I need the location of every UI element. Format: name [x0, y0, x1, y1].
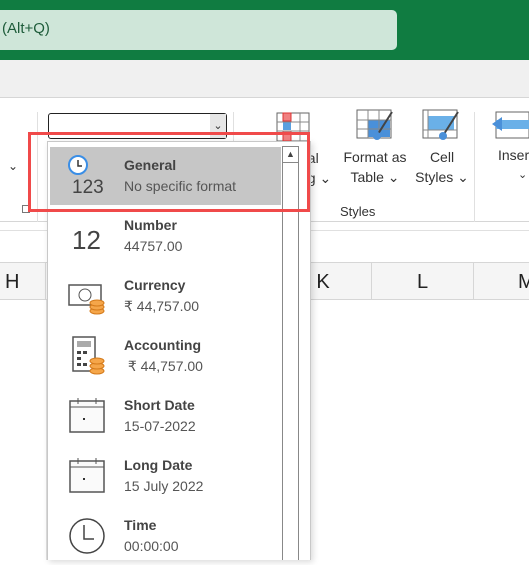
search-box[interactable]: (Alt+Q) [0, 10, 397, 50]
accounting-calculator-icon [72, 336, 105, 375]
clock-icon [69, 518, 105, 554]
format-as-table-button[interactable]: Format as Table ⌄ [340, 108, 410, 187]
highlight-annotation-box [28, 132, 310, 212]
cell-styles-icon [422, 109, 459, 140]
format-as-table-icon [356, 109, 393, 140]
insert-cells-icon [492, 111, 529, 139]
cell-styles-button[interactable]: Cell Styles ⌄ [412, 108, 472, 187]
svg-text:12: 12 [72, 225, 101, 255]
format-option-short-date[interactable]: Short Date 15-07-2022 [50, 387, 281, 445]
format-as-table-label: Format as [343, 149, 407, 165]
cell-styles-label: Cell [429, 149, 455, 165]
column-header-l[interactable]: L [372, 263, 474, 299]
chevron-down-icon[interactable]: ⌄ [8, 156, 18, 176]
search-placeholder: (Alt+Q) [2, 20, 50, 37]
format-option-time[interactable]: Time 00:00:00 [50, 507, 281, 565]
ribbon-tabs-area [0, 60, 529, 98]
format-option-currency[interactable]: Currency ₹ 44,757.00 [50, 267, 281, 325]
calendar-icon [69, 458, 105, 493]
currency-icon [68, 284, 105, 315]
insert-button[interactable]: Inser ⌄ [490, 110, 529, 185]
column-header-h[interactable]: H [0, 263, 46, 299]
calendar-icon [69, 398, 105, 433]
format-option-accounting[interactable]: Accounting ₹ 44,757.00 [50, 327, 281, 385]
format-option-long-date[interactable]: Long Date 15 July 2022 [50, 447, 281, 505]
number-12-icon: 12 [72, 225, 101, 255]
styles-group-label: Styles [340, 204, 376, 219]
format-option-number[interactable]: 12 Number 44757.00 [50, 207, 281, 265]
column-header-m[interactable]: M [474, 263, 529, 299]
insert-label: Inser [498, 147, 529, 163]
